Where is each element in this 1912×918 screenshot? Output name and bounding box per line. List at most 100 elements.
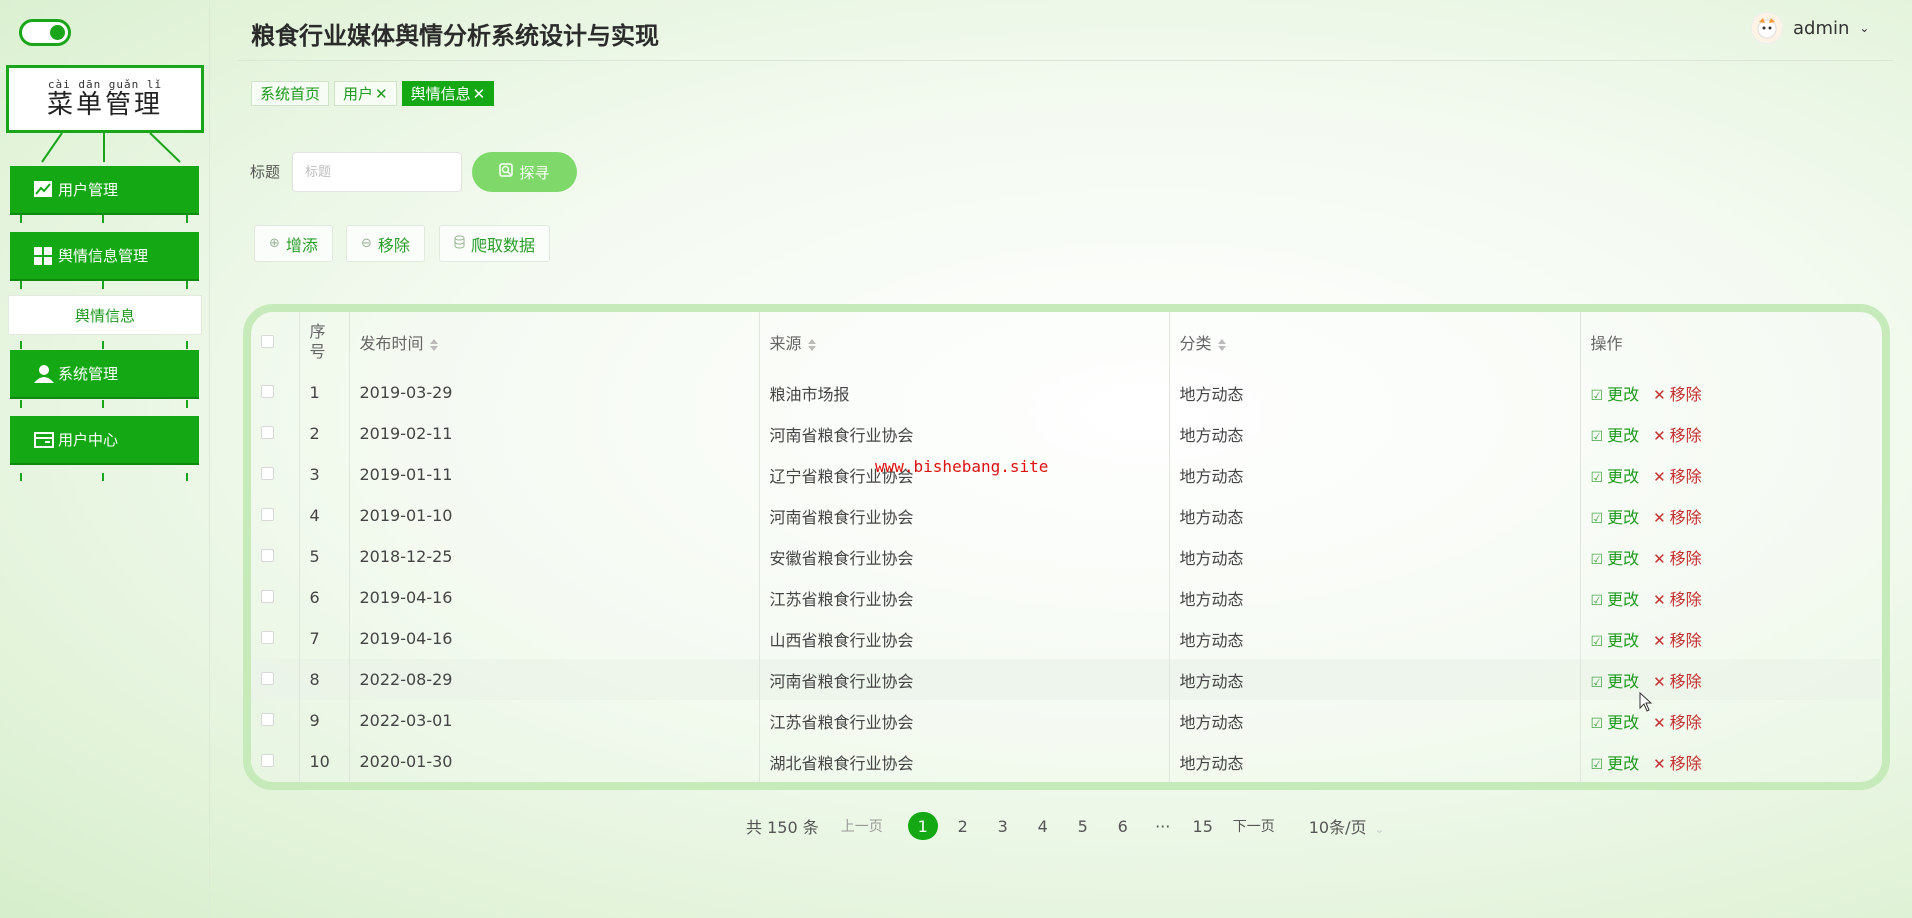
row-checkbox[interactable] [261,631,274,644]
add-button[interactable]: ⊕ 增添 [254,225,333,262]
remove-button[interactable]: ⊖ 移除 [346,225,425,262]
sort-icon[interactable] [1217,338,1226,351]
row-checkbox[interactable] [261,549,274,562]
breadcrumb-tags: 系统首页 用户 ✕ 舆情信息 ✕ [251,81,495,106]
cell-time: 2019-02-11 [348,413,759,454]
row-select-cell [251,659,299,700]
delete-button[interactable]: ✕ 移除 [1653,549,1702,568]
row-checkbox[interactable] [261,590,274,603]
table-row: 6 2019-04-16 江苏省粮食行业协会 地方动态 ☑ 更改 ✕ 移除 [251,577,1880,618]
card-icon [34,431,54,449]
edit-label: 更改 [1607,548,1640,568]
select-all-checkbox[interactable] [261,334,274,348]
delete-button[interactable]: ✕ 移除 [1653,467,1702,486]
edit-button[interactable]: ☑ 更改 [1591,754,1640,773]
header-ops: 操作 [1579,312,1880,372]
edit-icon: ☑ [1590,715,1604,732]
edit-icon: ☑ [1590,756,1604,773]
table-row: 10 2020-01-30 湖北省粮食行业协会 地方动态 ☑ 更改 ✕ 移除 [251,741,1880,782]
row-checkbox[interactable] [261,426,274,439]
edit-button[interactable]: ☑ 更改 [1591,385,1640,404]
edit-button[interactable]: ☑ 更改 [1591,590,1640,609]
edit-button[interactable]: ☑ 更改 [1591,508,1640,527]
delete-label: 移除 [1669,589,1702,609]
remove-button-label: 移除 [377,235,410,255]
sidebar-item-user-center[interactable]: 用户中心 [10,416,199,463]
edit-button[interactable]: ☑ 更改 [1591,549,1640,568]
sidebar-item-user-management[interactable]: 用户管理 [10,166,199,213]
row-checkbox[interactable] [261,672,274,685]
sort-icon[interactable] [807,338,816,351]
delete-button[interactable]: ✕ 移除 [1653,754,1702,773]
header-source[interactable]: 来源 [758,312,1169,372]
delete-button[interactable]: ✕ 移除 [1653,385,1702,404]
sidebar-item-label: 用户中心 [58,431,119,449]
pagination-page[interactable]: 1 [907,812,938,840]
search-icon [499,163,514,181]
close-icon[interactable]: ✕ [473,85,486,103]
tag-user[interactable]: 用户 ✕ [334,81,397,106]
sidebar-item-sentiment-management[interactable]: 舆情信息管理 [10,232,199,279]
pagination-ellipsis[interactable]: ··· [1143,817,1183,836]
edit-icon: ☑ [1590,674,1604,691]
row-select-cell [251,372,299,413]
cell-source: 河南省粮食行业协会 [758,659,1169,700]
delete-label: 移除 [1669,384,1702,404]
delete-button[interactable]: ✕ 移除 [1653,672,1702,691]
pagination-page[interactable]: 6 [1103,817,1143,836]
close-icon: ✕ [1653,426,1666,445]
tag-sentiment-info[interactable]: 舆情信息 ✕ [401,81,495,106]
edit-button[interactable]: ☑ 更改 [1591,672,1640,691]
sort-icon[interactable] [429,338,438,351]
row-checkbox[interactable] [261,508,274,521]
pagination: 共 150 条 上一页 1 2 3 4 5 6 ··· 15 下一页 10条/页 ⌄ [746,812,1385,840]
username: admin [1793,17,1850,39]
pagination-page[interactable]: 5 [1063,817,1103,836]
cell-index: 8 [298,659,349,700]
table-row: 7 2019-04-16 山西省粮食行业协会 地方动态 ☑ 更改 ✕ 移除 [251,618,1880,659]
row-checkbox[interactable] [261,385,274,398]
header-category[interactable]: 分类 [1168,312,1580,372]
row-select-cell [251,454,299,495]
delete-label: 移除 [1669,507,1702,527]
delete-button[interactable]: ✕ 移除 [1653,631,1702,650]
cell-index: 7 [298,618,349,659]
tag-home[interactable]: 系统首页 [251,81,330,106]
row-checkbox[interactable] [261,754,274,767]
user-menu[interactable]: admin ⌄ [1751,12,1869,44]
delete-button[interactable]: ✕ 移除 [1653,713,1702,732]
search-input[interactable] [292,152,462,192]
edit-button[interactable]: ☑ 更改 [1591,713,1640,732]
edit-label: 更改 [1607,712,1640,732]
header-time[interactable]: 发布时间 [348,312,759,372]
edit-button[interactable]: ☑ 更改 [1591,467,1640,486]
pagination-page[interactable]: 2 [943,817,983,836]
delete-button[interactable]: ✕ 移除 [1653,426,1702,445]
search-button[interactable]: 探寻 [472,152,577,192]
row-checkbox[interactable] [261,467,274,480]
cell-index: 5 [298,536,349,577]
cell-category: 地方动态 [1168,454,1580,495]
delete-button[interactable]: ✕ 移除 [1653,508,1702,527]
sidebar-toggle[interactable] [19,19,71,46]
pagination-next[interactable]: 下一页 [1233,816,1275,836]
cell-index: 10 [298,741,349,782]
cell-ops: ☑ 更改 ✕ 移除 [1579,577,1880,618]
cell-category: 地方动态 [1168,659,1580,700]
pagination-page[interactable]: 4 [1023,817,1063,836]
close-icon[interactable]: ✕ [375,85,388,103]
cell-ops: ☑ 更改 ✕ 移除 [1579,536,1880,577]
pagination-page[interactable]: 15 [1183,817,1223,836]
row-checkbox[interactable] [261,713,274,726]
edit-button[interactable]: ☑ 更改 [1591,631,1640,650]
pagination-total: 共 150 条 [746,818,819,837]
pagination-page[interactable]: 3 [983,817,1023,836]
page-size-select[interactable]: 10条/页 ⌄ [1309,814,1385,838]
delete-button[interactable]: ✕ 移除 [1653,590,1702,609]
sidebar-subitem-sentiment-info[interactable]: 舆情信息 [8,295,202,335]
menu-ticks [10,473,199,481]
edit-button[interactable]: ☑ 更改 [1591,426,1640,445]
pagination-prev[interactable]: 上一页 [841,816,883,836]
sidebar-item-system-management[interactable]: 系统管理 [10,350,199,397]
crawl-data-button[interactable]: 爬取数据 [439,225,551,262]
